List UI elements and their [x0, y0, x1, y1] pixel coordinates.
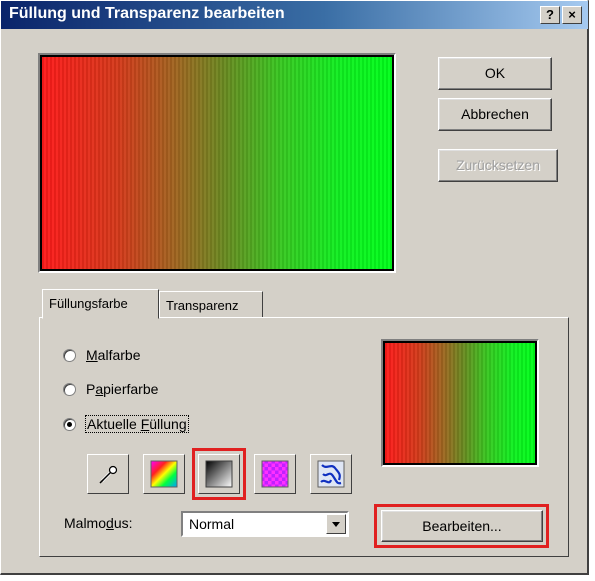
color-spectrum-icon [150, 460, 178, 488]
fill-preview-large [38, 53, 396, 273]
help-button[interactable]: ? [540, 6, 560, 24]
texture-fill-button[interactable] [310, 454, 352, 494]
radio-paint-color-button[interactable] [63, 348, 76, 362]
gradient-preview [42, 57, 392, 269]
ok-button[interactable]: OK [438, 57, 552, 90]
eyedropper-button[interactable] [87, 454, 129, 494]
window-title: Füllung und Transparenz bearbeiten [9, 5, 285, 22]
pattern-fill-button[interactable] [254, 454, 296, 494]
gradient-preview-small [385, 343, 535, 463]
radio-paper-color-button[interactable] [63, 382, 76, 396]
cancel-button[interactable]: Abbrechen [438, 98, 552, 131]
color-spectrum-button[interactable] [143, 454, 185, 494]
chevron-down-icon[interactable] [326, 514, 346, 534]
radio-paper-color[interactable]: Papierfarbe [63, 378, 158, 400]
radio-current-fill[interactable]: Aktuelle Füllung [63, 413, 189, 435]
pattern-fill-icon [261, 460, 289, 488]
close-button[interactable]: × [562, 6, 582, 24]
radio-current-fill-button[interactable] [63, 417, 76, 431]
radio-paper-color-label: Papierfarbe [86, 381, 159, 397]
gradient-tool-highlight [192, 448, 246, 500]
tab-transparency[interactable]: Transparenz [159, 291, 263, 317]
paint-mode-value: Normal [189, 516, 235, 532]
radio-current-fill-label: Aktuelle Füllung [85, 415, 189, 433]
paint-mode-label: Malmodus: [64, 515, 133, 531]
fill-preview-small [381, 339, 539, 467]
paint-mode-select[interactable]: Normal [181, 511, 349, 537]
tab-fill-color[interactable]: Füllungsfarbe [42, 289, 159, 319]
radio-paint-color-label: Malfarbe [86, 347, 141, 363]
reset-button[interactable]: Zurücksetzen [438, 149, 558, 182]
title-bar[interactable]: Füllung und Transparenz bearbeiten ? × [1, 1, 588, 29]
texture-fill-icon [317, 460, 345, 488]
fill-transparency-dialog: Füllung und Transparenz bearbeiten ? × O… [0, 0, 589, 575]
eyedropper-icon [99, 465, 118, 484]
edit-button-highlight [374, 504, 549, 548]
radio-paint-color[interactable]: Malfarbe [63, 344, 140, 366]
